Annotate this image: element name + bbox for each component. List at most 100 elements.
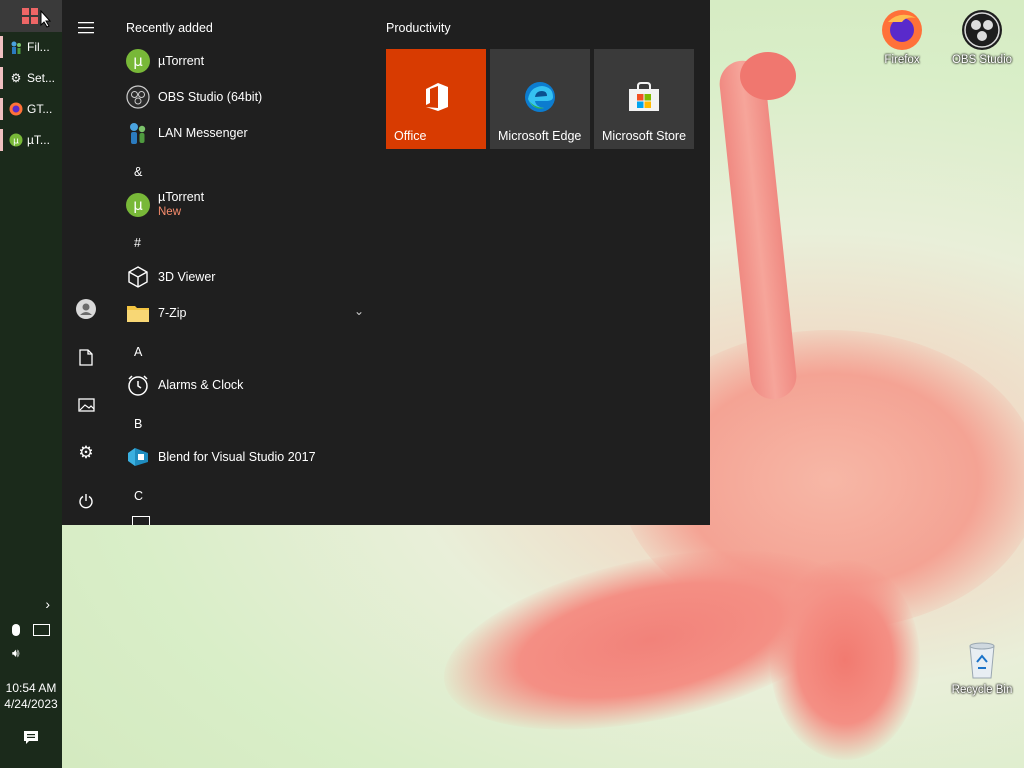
svg-text:µ: µ: [13, 137, 19, 147]
power-icon: [79, 494, 93, 509]
chevron-right-icon: ›: [45, 596, 50, 612]
taskbar-item-settings[interactable]: ⚙ Set...: [0, 63, 62, 93]
start-button[interactable]: [0, 0, 62, 32]
windows-logo-icon: [22, 8, 38, 24]
obs-icon: [126, 85, 150, 109]
running-indicator: [0, 129, 3, 151]
notification-icon: [24, 731, 38, 744]
firefox-icon: [8, 101, 24, 117]
taskbar-item-file-explorer[interactable]: Fil...: [0, 32, 62, 62]
desktop-icon-label: Firefox: [884, 54, 920, 66]
taskbar-item-label: µT...: [27, 133, 50, 147]
cube-icon: [126, 265, 150, 289]
speaker-icon: 🔊︎: [12, 646, 20, 660]
network-icon[interactable]: [33, 623, 51, 636]
flower-bud: [740, 52, 796, 100]
app-name: OBS Studio (64bit): [158, 90, 263, 104]
utorrent-icon: µ: [126, 49, 150, 73]
app-list: Recently added µ µTorrent OBS Studio (64…: [110, 0, 370, 525]
settings-button[interactable]: ⚙: [76, 443, 96, 463]
group-header-ampersand[interactable]: &: [134, 165, 142, 179]
obs-icon: [960, 8, 1004, 52]
tray-icons-row: [0, 622, 62, 636]
volume-button[interactable]: 🔊︎: [0, 646, 62, 661]
taskbar-item-utorrent[interactable]: µ µT...: [0, 125, 62, 155]
lan-messenger-icon: [126, 121, 150, 145]
app-name: 3D Viewer: [158, 270, 216, 284]
taskbar-item-label: Set...: [27, 71, 56, 85]
clock[interactable]: 10:54 AM 4/24/2023: [0, 680, 62, 712]
app-item-obs-studio[interactable]: OBS Studio (64bit): [126, 82, 366, 112]
tiles-group-header[interactable]: Productivity: [386, 21, 451, 35]
app-item-7-zip[interactable]: 7-Zip ⌄: [126, 298, 366, 328]
taskbar-item-label: GT...: [27, 102, 53, 116]
desktop-icon-obs-studio[interactable]: OBS Studio: [942, 8, 1022, 66]
clock-time: 10:54 AM: [5, 681, 57, 695]
firefox-icon: [880, 8, 924, 52]
app-item-alarms-clock[interactable]: Alarms & Clock: [126, 370, 366, 400]
office-icon: [426, 83, 448, 111]
folder-icon: [126, 301, 150, 325]
new-badge: New: [158, 206, 182, 218]
microphone-icon[interactable]: [11, 623, 20, 636]
app-item-3d-viewer[interactable]: 3D Viewer: [126, 262, 366, 292]
taskbar-item-firefox[interactable]: GT...: [0, 94, 62, 124]
tile-label: Microsoft Edge: [498, 129, 582, 143]
group-header-hash[interactable]: #: [134, 236, 141, 250]
app-item-lan-messenger[interactable]: LAN Messenger: [126, 118, 366, 148]
svg-text:µ: µ: [133, 52, 143, 70]
clock-date: 4/24/2023: [4, 697, 58, 711]
desktop-icon-label: Recycle Bin: [951, 684, 1013, 696]
utorrent-icon: µ: [126, 193, 150, 217]
chevron-down-icon[interactable]: ⌄: [354, 304, 364, 318]
pictures-button[interactable]: [76, 395, 96, 415]
app-name: µTorrent: [158, 190, 205, 204]
recently-added-header: Recently added: [126, 21, 213, 35]
gear-icon: ⚙: [78, 443, 94, 462]
user-avatar-icon: [76, 299, 96, 319]
app-item-blend-visual-studio[interactable]: Blend for Visual Studio 2017: [126, 442, 366, 472]
edge-icon: [525, 82, 555, 112]
tile-microsoft-edge[interactable]: Microsoft Edge: [490, 49, 590, 149]
tile-office[interactable]: Office: [386, 49, 486, 149]
blend-icon: [126, 445, 150, 469]
taskbar-item-label: Fil...: [27, 40, 50, 54]
gear-icon: ⚙: [10, 71, 22, 85]
power-button[interactable]: [76, 491, 96, 511]
partial-app-icon: [132, 516, 150, 525]
desktop-icon-recycle-bin[interactable]: Recycle Bin: [942, 638, 1022, 696]
picture-icon: [77, 398, 95, 412]
svg-text:µ: µ: [133, 196, 143, 214]
action-center-button[interactable]: [0, 730, 62, 749]
documents-button[interactable]: [76, 347, 96, 367]
start-menu-rail: ⚙: [62, 0, 110, 525]
clock-icon: [126, 373, 150, 397]
desktop-icon-firefox[interactable]: Firefox: [862, 8, 942, 66]
app-item-utorrent-recent[interactable]: µ µTorrent: [126, 46, 366, 76]
recycle-bin-icon: [960, 638, 1004, 682]
running-indicator: [0, 98, 3, 120]
app-name: Blend for Visual Studio 2017: [158, 450, 316, 464]
start-menu: ⚙ Recently added µ µTorrent OBS Studio (…: [62, 0, 710, 525]
group-header-c[interactable]: C: [134, 489, 143, 503]
taskbar: Fil... ⚙ Set... GT... µ µT... › 🔊︎ 10:54…: [0, 0, 62, 768]
desktop-icon-label: OBS Studio: [951, 54, 1013, 66]
flower-petal: [770, 560, 920, 760]
hamburger-icon: [78, 22, 94, 34]
document-icon: [79, 348, 93, 366]
user-account-button[interactable]: [76, 299, 96, 319]
tile-microsoft-store[interactable]: Microsoft Store: [594, 49, 694, 149]
show-hidden-icons-button[interactable]: ›: [0, 596, 62, 612]
tile-label: Office: [394, 129, 427, 143]
mouse-cursor-icon: [40, 10, 52, 28]
utorrent-icon: µ: [8, 132, 24, 148]
group-header-a[interactable]: A: [134, 345, 142, 359]
app-name: 7-Zip: [158, 306, 187, 320]
group-header-b[interactable]: B: [134, 417, 142, 431]
app-name: LAN Messenger: [158, 126, 248, 140]
store-icon: [629, 82, 659, 111]
running-indicator: [0, 36, 3, 58]
tile-label: Microsoft Store: [602, 129, 687, 143]
expand-menu-button[interactable]: [76, 18, 96, 38]
app-item-utorrent[interactable]: µ µTorrent New: [126, 190, 366, 220]
